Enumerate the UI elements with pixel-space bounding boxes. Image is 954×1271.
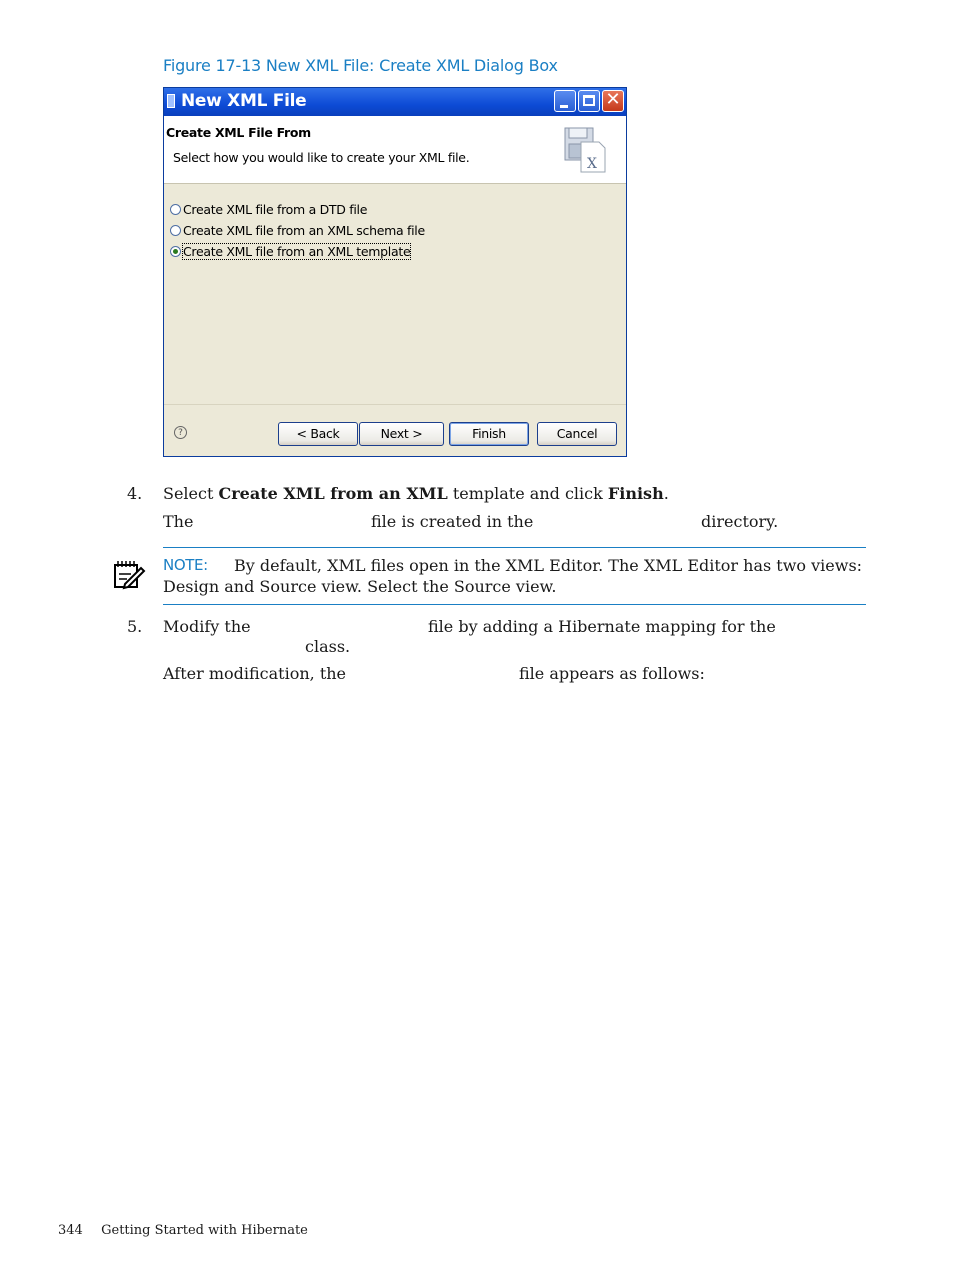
option-xml-template[interactable]: Create XML file from an XML template <box>170 243 412 260</box>
step4-period: . <box>663 484 669 503</box>
xml-file-wizard-icon: X <box>564 127 606 173</box>
step5-modify-the: Modify the <box>163 617 251 636</box>
note-bottom-rule <box>163 604 866 605</box>
radio-template[interactable] <box>170 246 181 257</box>
note-top-rule <box>163 547 866 548</box>
note-label: NOTE: <box>163 556 208 574</box>
close-button[interactable]: ✕ <box>602 90 624 112</box>
svg-text:X: X <box>587 156 597 172</box>
step5-class: class. <box>305 637 351 656</box>
radio-schema[interactable] <box>170 225 181 236</box>
dialog-title: New XML File <box>181 91 307 111</box>
finish-button[interactable]: Finish <box>449 422 529 446</box>
note-pencil-icon <box>114 561 146 590</box>
option-label: Create XML file from an XML schema file <box>183 223 425 238</box>
back-button[interactable]: < Back <box>278 422 358 446</box>
new-xml-file-dialog: New XML File ✕ Create XML File From Sele… <box>163 87 627 457</box>
step5-after-modification: After modification, the <box>163 664 347 683</box>
step4-line2-file-created: file is created in the <box>371 512 534 531</box>
minimize-button[interactable] <box>554 90 576 112</box>
minimize-icon <box>560 105 568 108</box>
app-icon <box>167 94 175 108</box>
option-label: Create XML file from a DTD file <box>183 202 368 217</box>
header-title: Create XML File From <box>166 125 311 140</box>
note-line1: By default, XML files open in the XML Ed… <box>234 556 863 575</box>
step4-line2-directory: directory. <box>701 512 779 531</box>
page-number: 344 <box>58 1223 83 1238</box>
step4-create-option: Create XML from an XML <box>218 484 448 503</box>
step4-finish: Finish <box>607 484 664 503</box>
step-number: 5. <box>127 617 143 636</box>
figure-caption: Figure 17-13 New XML File: Create XML Di… <box>163 56 558 75</box>
step5-appears: file appears as follows: <box>519 664 705 683</box>
radio-dtd[interactable] <box>170 204 181 215</box>
step4-line2-the: The <box>163 512 194 531</box>
next-button[interactable]: Next > <box>359 422 444 446</box>
footer-divider <box>164 404 626 405</box>
header-subtitle: Select how you would like to create your… <box>173 150 470 165</box>
note-line2: Design and Source view. Select the Sourc… <box>163 577 557 596</box>
option-dtd-file[interactable]: Create XML file from a DTD file <box>170 202 367 217</box>
footer-section: Getting Started with Hibernate <box>101 1223 308 1238</box>
option-xml-schema[interactable]: Create XML file from an XML schema file <box>170 223 425 238</box>
page-footer: 344 Getting Started with Hibernate <box>58 1223 308 1238</box>
dialog-header: Create XML File From Select how you woul… <box>164 116 626 184</box>
close-icon: ✕ <box>605 89 621 110</box>
step4-text: Select Create XML from an XML template a… <box>163 484 669 503</box>
step4-select: Select <box>163 484 214 503</box>
dialog-titlebar[interactable]: New XML File ✕ <box>164 88 626 116</box>
step5-file-by-adding: file by adding a Hibernate mapping for t… <box>428 617 776 636</box>
step4-template: template and click <box>452 484 603 503</box>
maximize-button[interactable] <box>578 90 600 112</box>
option-label: Create XML file from an XML template <box>181 243 412 260</box>
step-number: 4. <box>127 484 143 503</box>
maximize-icon <box>583 95 595 106</box>
help-icon[interactable]: ? <box>174 426 187 439</box>
cancel-button[interactable]: Cancel <box>537 422 617 446</box>
